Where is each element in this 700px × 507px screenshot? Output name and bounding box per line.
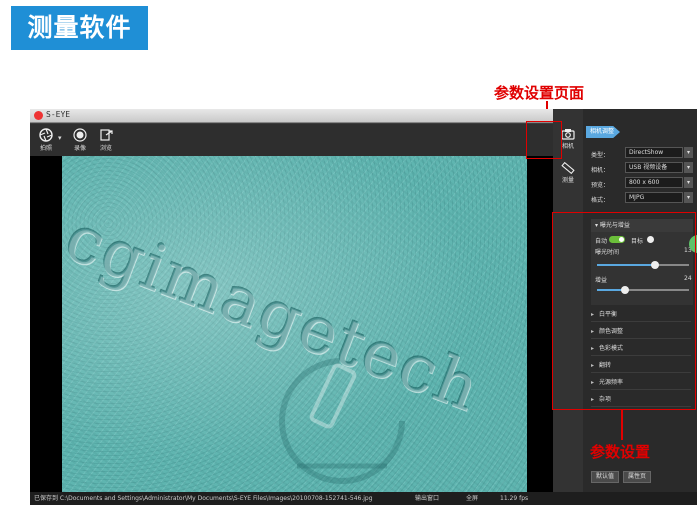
live-preview-image: cgimagetech [62,156,527,492]
preview-resolution-row: 预览： 800 x 600 ▾ [591,177,693,190]
saved-path-status: 已保存到 C:\Documents and Settings\Administr… [34,495,373,502]
camera-type-label: 类型： [591,152,610,159]
ruler-icon [561,161,575,175]
properties-page-button[interactable]: 属性页 [623,471,651,483]
browse-button[interactable]: 浏览 [92,127,120,155]
format-label: 格式： [591,197,610,204]
camera-tab-highlight [526,121,562,159]
fps-readout: 11.29 fps [500,495,529,502]
defaults-button[interactable]: 默认值 [591,471,619,483]
capture-dropdown-icon[interactable]: ▾ [58,134,62,142]
callout-line-bottom [621,410,623,440]
browse-label: 浏览 [99,145,112,152]
page-title-banner: 测量软件 [11,6,148,50]
chevron-down-icon[interactable]: ▾ [684,147,693,158]
param-page-callout: 参数设置页面 [494,84,585,102]
format-row: 格式： MJPG ▾ [591,192,693,205]
capture-label: 拍照 [39,145,52,152]
camera-type-row: 类型： DirectShow ▾ [591,147,693,160]
params-highlight [552,212,696,410]
measure-mode-label: 测量 [561,177,574,184]
fullscreen-button[interactable]: 全屏 [466,492,478,505]
params-callout: 参数设置 [590,443,651,461]
image-viewer[interactable]: cgimagetech [30,156,553,492]
camera-device-row: 相机： USB 视频设备 ▾ [591,162,693,175]
preview-resolution-label: 预览： [591,182,610,189]
page: 测量软件 参数设置页面 S-EYE ▾ – ⧉ ✕ 拍照 ▾ [0,0,700,507]
capture-button[interactable]: 拍照 [32,127,60,155]
camera-device-select[interactable]: USB 视频设备 [625,162,683,173]
record-icon [73,128,87,142]
chevron-down-icon[interactable]: ▾ [684,192,693,203]
app-logo-icon [34,111,43,120]
watermark-logo-icon [279,358,405,484]
record-button[interactable]: 录像 [66,127,94,155]
camera-icon [561,129,575,140]
output-window-button[interactable]: 输出窗口 [415,492,439,505]
camera-device-label: 相机： [591,167,610,174]
status-bar: 已保存到 C:\Documents and Settings\Administr… [30,492,697,505]
camera-type-select[interactable]: DirectShow [625,147,683,158]
tab-camera-adjust[interactable]: 相机调整 [586,126,620,138]
record-label: 录像 [73,145,86,152]
format-select[interactable]: MJPG [625,192,683,203]
aperture-icon [39,128,53,142]
preview-resolution-select[interactable]: 800 x 600 [625,177,683,188]
chevron-down-icon[interactable]: ▾ [684,162,693,173]
browse-icon [100,129,113,141]
window-title: S-EYE [46,110,71,119]
measure-mode-button[interactable]: 测量 [556,158,580,190]
chevron-down-icon[interactable]: ▾ [684,177,693,188]
